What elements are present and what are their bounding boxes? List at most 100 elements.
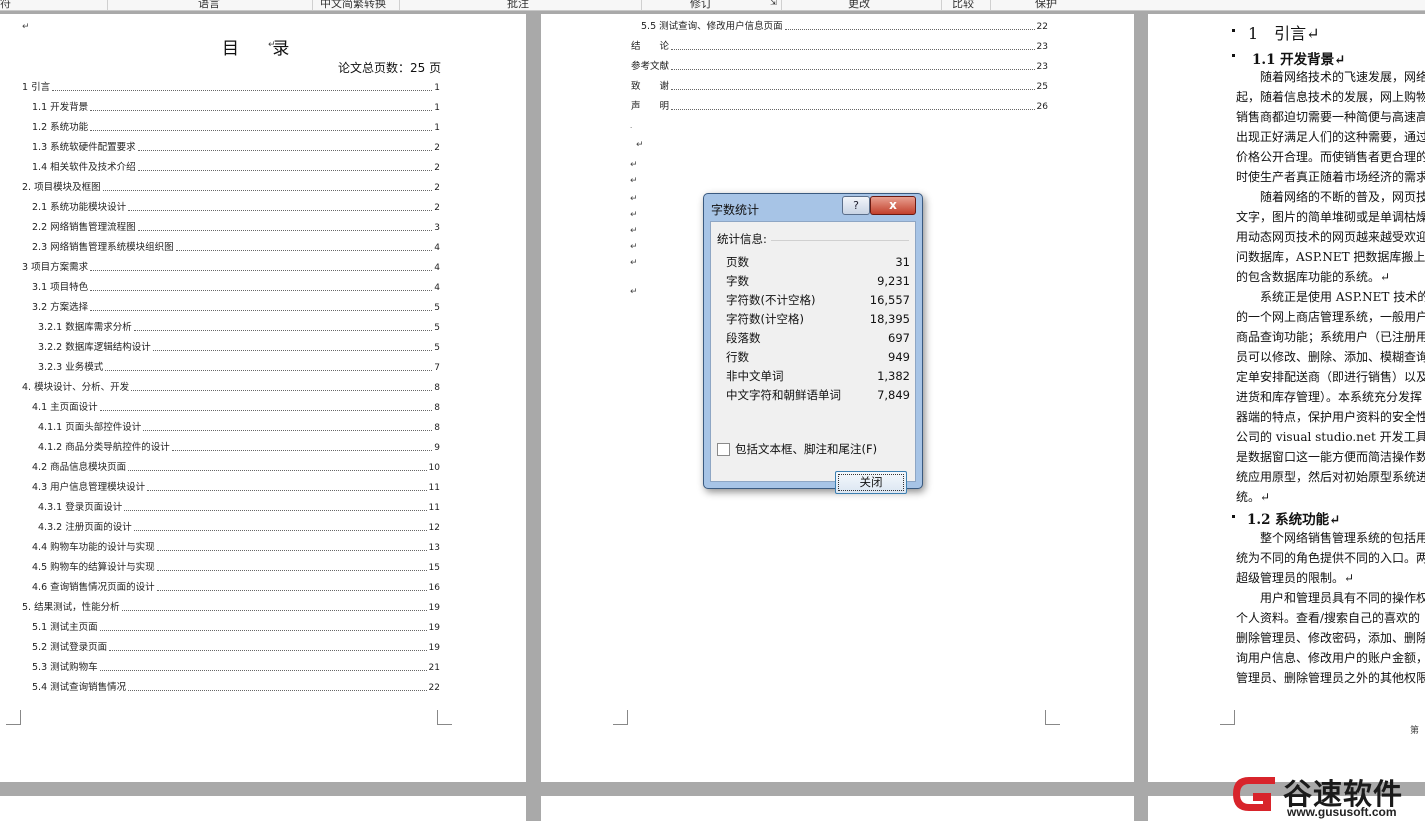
toc-entry[interactable]: 结 论 23 [631,41,1048,53]
toc-entry[interactable]: 3.2.1 数据库需求分析 5 [38,322,440,334]
toc-entry-page: 23 [1036,62,1048,72]
toc-entry[interactable]: 5.5 测试查询、修改用户信息页面 22 [641,21,1048,33]
toc-entry-page: 4 [434,263,440,273]
document-page-body[interactable]: 1 引言↵ 1.1 开发背景↵ 随着网络技术的飞速发展，网络 起，随着信息技术的发… [1148,14,1425,782]
toc-entry-text: 5. 结果测试，性能分析 [22,602,120,613]
toc-entry-text: 3.1 项目特色 [32,282,89,293]
page-footer: 第 [1410,726,1420,736]
toc-entry-page: 2 [434,183,440,193]
toc-entry[interactable]: 3 项目方案需求 4 [22,262,440,274]
body-text-line: 出现正好满足人们的这种需要，通过 [1236,130,1425,144]
body-text-line: 销售商都迫切需要一种简便与高速高 [1236,110,1425,124]
dialog-launcher-icon[interactable]: ⇲ [770,0,777,7]
toc-entry[interactable]: 1.3 系统软硬件配置要求 2 [32,142,440,154]
help-button[interactable]: ? [842,196,870,215]
body-text-line: 商品查询功能；系统用户（已注册用 [1236,330,1425,344]
toc-entry-text: 结 论 [631,41,670,52]
toc-entry[interactable]: 1.2 系统功能 1 [32,122,440,134]
toc-leader-dots [671,101,1035,110]
toc-entry-page: 4 [434,283,440,293]
paragraph-mark: ↵ [630,242,638,252]
stat-value: 18,395 [869,312,910,326]
close-x-button[interactable]: x [870,196,916,215]
body-text-line: 定单安排配送商（即进行销售）以及向 [1236,370,1425,384]
document-page-next[interactable] [541,796,1134,821]
toc-title: 目 录 [222,39,304,59]
toc-entry[interactable]: 4.3.1 登录页面设计 11 [38,502,440,514]
toc-entry[interactable]: 2. 项目模块及框图 2 [22,182,440,194]
toc-entry[interactable]: 4.2 商品信息模块页面 10 [32,462,440,474]
toc-entry-page: 5 [434,323,440,333]
toc-entry[interactable]: 1.4 相关软件及技术介绍 2 [32,162,440,174]
toc-entry[interactable]: 致 谢 25 [631,81,1048,93]
toc-entry-page: 13 [428,543,440,553]
ribbon-label[interactable]: 更改 [848,0,870,10]
toc-entry[interactable]: 4.5 购物车的结算设计与实现 15 [32,562,440,574]
ribbon-label[interactable]: 中文简繁转换 [320,0,386,10]
stat-value: 9,231 [877,274,910,288]
toc-entry-page: 1 [434,123,440,133]
toc-entry-page: 1 [434,103,440,113]
toc-entry[interactable]: 4.4 购物车功能的设计与实现 13 [32,542,440,554]
toc-entry[interactable]: 4.3 用户信息管理模块设计 11 [32,482,440,494]
paragraph-mark: . [630,122,633,130]
ribbon-label[interactable]: 保护 [1035,0,1057,10]
body-text-line: 员可以修改、删除、添加、模糊查询 [1236,350,1425,364]
close-button[interactable]: 关闭 [835,471,907,494]
toc-entry-page: 8 [434,383,440,393]
toc-entry[interactable]: 3.2.2 数据库逻辑结构设计 5 [38,342,440,354]
toc-entry[interactable]: 5. 结果测试，性能分析 19 [22,602,440,614]
ribbon-label[interactable]: 比较 [952,0,974,10]
include-textboxes-checkbox[interactable] [717,442,730,456]
toc-entry[interactable]: 1 引言 1 [22,82,440,94]
toc-entry[interactable]: 5.3 测试购物车 21 [32,662,440,674]
toc-entry[interactable]: 3.1 项目特色 4 [32,282,440,294]
checkbox-label[interactable]: 包括文本框、脚注和尾注(F) [735,441,877,457]
toc-entry-page: 5 [434,343,440,353]
toc-entry-page: 3 [434,223,440,233]
toc-entry[interactable]: 2.2 网络销售管理流程图 3 [32,222,440,234]
ribbon-label[interactable]: 语言 [198,0,220,10]
paragraph-mark: ↵ [630,194,638,204]
toc-entry-text: 参考文献 [631,61,670,72]
toc-entry-text: 3.2.2 数据库逻辑结构设计 [38,342,151,353]
toc-entry-page: 22 [428,683,440,693]
ribbon-label[interactable]: 批注 [507,0,529,10]
body-text-line: 用动态网页技术的网页越来越受欢迎 [1236,230,1425,244]
body-text-line: 删除管理员、修改密码，添加、删除 [1236,631,1425,645]
document-page-toc[interactable]: ↵ 目 录 ↵ 论文总页数：25 页 1 引言 1 1.1 开发背景 1 1.2 系统功… [0,14,526,782]
toc-entry-page: 12 [428,523,440,533]
include-textboxes-checkbox-row[interactable]: 包括文本框、脚注和尾注(F) [717,441,877,457]
toc-entry-page: 7 [434,363,440,373]
body-text-line: 系统正是使用 ASP.NET 技术的动 [1236,290,1425,304]
toc-leader-dots [90,122,433,131]
toc-entry[interactable]: 3.2 方案选择 5 [32,302,440,314]
toc-entry-text: 4.3 用户信息管理模块设计 [32,482,146,493]
toc-entry[interactable]: 1.1 开发背景 1 [32,102,440,114]
toc-entry[interactable]: 声 明 26 [631,101,1048,113]
toc-entry[interactable]: 4.3.2 注册页面的设计 12 [38,522,440,534]
ribbon-label[interactable]: 符 [0,0,11,10]
toc-entry[interactable]: 3.2.3 业务模式 7 [38,362,440,374]
toc-leader-dots [147,482,427,491]
heading-bullet [1232,29,1235,32]
toc-entry[interactable]: 4.1 主页面设计 8 [32,402,440,414]
toc-entry[interactable]: 4.6 查询销售情况页面的设计 16 [32,582,440,594]
toc-entry-text: 4.1.2 商品分类导航控件的设计 [38,442,170,453]
toc-entry[interactable]: 4.1.1 页面头部控件设计 8 [38,422,440,434]
toc-entry[interactable]: 参考文献 23 [631,61,1048,73]
toc-entry[interactable]: 5.1 测试主页面 19 [32,622,440,634]
toc-entry[interactable]: 5.2 测试登录页面 19 [32,642,440,654]
ribbon-label[interactable]: 修订 [690,0,712,10]
document-page-next[interactable] [0,796,526,821]
toc-entry[interactable]: 5.4 测试查询销售情况 22 [32,682,440,694]
toc-leader-dots [105,362,433,371]
stat-label: 非中文单词 [726,369,784,383]
toc-entry-page: 5 [434,303,440,313]
toc-entry-page: 4 [434,243,440,253]
toc-entry[interactable]: 2.3 网络销售管理系统模块组织图 4 [32,242,440,254]
toc-entry[interactable]: 4.1.2 商品分类导航控件的设计 9 [38,442,440,454]
stat-label: 字数 [726,274,749,288]
toc-entry[interactable]: 2.1 系统功能模块设计 2 [32,202,440,214]
toc-entry[interactable]: 4. 模块设计、分析、开发 8 [22,382,440,394]
